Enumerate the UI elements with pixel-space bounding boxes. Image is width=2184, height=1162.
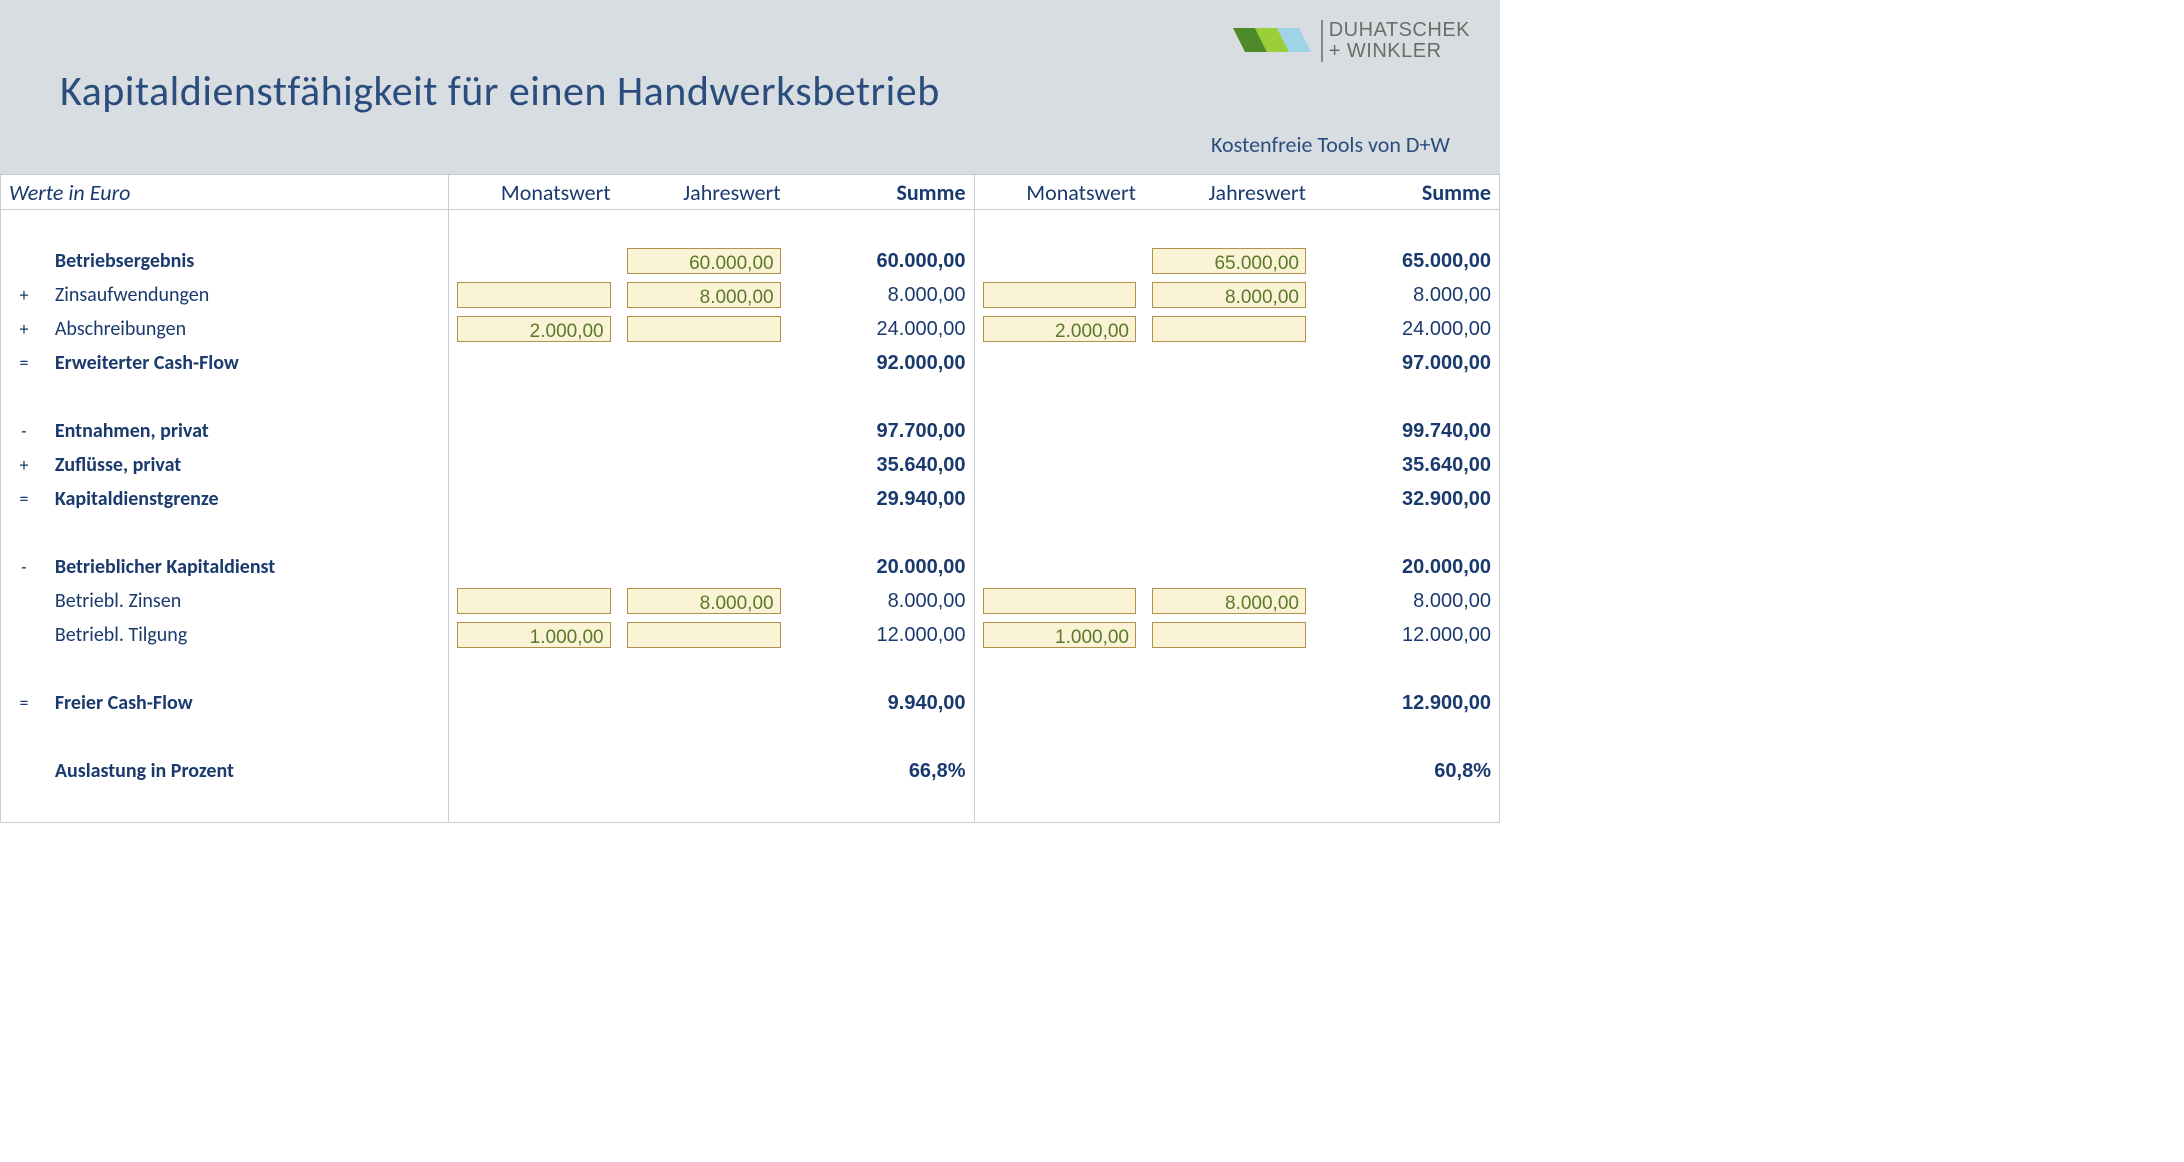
table-header-row: Werte in Euro Monatswert Jahreswert Summ… [1,175,1500,210]
summe-b: 12.000,00 [1314,618,1500,652]
summe-b: 12.900,00 [1314,686,1500,720]
input-jahr-b[interactable]: 65.000,00 [1152,248,1306,274]
summe-b: 65.000,00 [1314,244,1500,278]
col-monat-a: Monatswert [449,175,619,210]
input-monat-b[interactable]: . [983,282,1136,308]
label: Zinsaufwendungen [47,278,449,312]
page: DUHATSCHEK + WINKLER Kapitaldienstfähigk… [0,0,1500,823]
summe-a: 29.940,00 [789,482,974,516]
input-jahr-b[interactable]: . [1152,622,1306,648]
summe-a: 92.000,00 [789,346,974,380]
page-subtitle: Kostenfreie Tools von D+W [60,125,1470,164]
logo-line2: + WINKLER [1329,41,1470,62]
summe-b: 35.640,00 [1314,448,1500,482]
row-auslastung: Auslastung in Prozent 66,8% 60,8% [1,754,1500,788]
op: - [1,414,47,448]
summe-b: 97.000,00 [1314,346,1500,380]
input-monat-b[interactable]: 1.000,00 [983,622,1136,648]
summe-a: 8.000,00 [789,584,974,618]
input-monat-a[interactable]: . [457,588,610,614]
label: Zuflüsse, privat [47,448,449,482]
input-monat-a[interactable]: . [457,282,610,308]
op [1,584,47,618]
row-betriebsergebnis: Betriebsergebnis 60.000,00 60.000,00 65.… [1,244,1500,278]
label: Auslastung in Prozent [47,754,449,788]
row-zufluesse: + Zuflüsse, privat 35.640,00 35.640,00 [1,448,1500,482]
op [1,618,47,652]
op [1,754,47,788]
summe-a: 97.700,00 [789,414,974,448]
col-summe-b: Summe [1314,175,1500,210]
label: Abschreibungen [47,312,449,346]
summe-a: 35.640,00 [789,448,974,482]
row-betr-kapitaldienst: - Betrieblicher Kapitaldienst 20.000,00 … [1,550,1500,584]
col-jahr-b: Jahreswert [1144,175,1314,210]
op [1,244,47,278]
input-jahr-a[interactable]: . [627,622,781,648]
summe-a: 9.940,00 [789,686,974,720]
header: DUHATSCHEK + WINKLER Kapitaldienstfähigk… [0,0,1500,175]
row-zinsaufwendungen: + Zinsaufwendungen . 8.000,00 8.000,00 .… [1,278,1500,312]
input-monat-b[interactable]: 2.000,00 [983,316,1136,342]
summe-b: 24.000,00 [1314,312,1500,346]
col-summe-a: Summe [789,175,974,210]
input-jahr-a[interactable]: 8.000,00 [627,588,781,614]
row-freier-cashflow: = Freier Cash-Flow 9.940,00 12.900,00 [1,686,1500,720]
summe-b: 99.740,00 [1314,414,1500,448]
op: - [1,550,47,584]
input-jahr-a[interactable]: 8.000,00 [627,282,781,308]
label: Freier Cash-Flow [47,686,449,720]
summe-a: 66,8% [789,754,974,788]
label: Betriebsergebnis [47,244,449,278]
label: Entnahmen, privat [47,414,449,448]
input-monat-a[interactable]: 1.000,00 [457,622,610,648]
input-monat-a[interactable]: 2.000,00 [457,316,610,342]
summe-a: 20.000,00 [789,550,974,584]
row-kapitaldienstgrenze: = Kapitaldienstgrenze 29.940,00 32.900,0… [1,482,1500,516]
summe-a: 60.000,00 [789,244,974,278]
op: + [1,312,47,346]
summe-b: 60,8% [1314,754,1500,788]
summe-b: 32.900,00 [1314,482,1500,516]
col-caption: Werte in Euro [1,175,449,210]
summe-b: 8.000,00 [1314,278,1500,312]
summe-a: 8.000,00 [789,278,974,312]
op: = [1,346,47,380]
label: Betriebl. Tilgung [47,618,449,652]
summe-b: 20.000,00 [1314,550,1500,584]
input-monat-b[interactable]: . [983,588,1136,614]
row-erweiterter-cashflow: = Erweiterter Cash-Flow 92.000,00 97.000… [1,346,1500,380]
op: = [1,482,47,516]
logo-line1: DUHATSCHEK [1329,20,1470,41]
label: Erweiterter Cash-Flow [47,346,449,380]
logo-icon [1233,18,1313,64]
summe-a: 24.000,00 [789,312,974,346]
op: + [1,448,47,482]
input-jahr-b[interactable]: 8.000,00 [1152,282,1306,308]
col-jahr-a: Jahreswert [619,175,789,210]
calc-table: Werte in Euro Monatswert Jahreswert Summ… [0,175,1500,823]
logo: DUHATSCHEK + WINKLER [1233,18,1470,64]
label: Betrieblicher Kapitaldienst [47,550,449,584]
page-title: Kapitaldienstfähigkeit für einen Handwer… [60,66,1470,117]
label: Betriebl. Zinsen [47,584,449,618]
row-abschreibungen: + Abschreibungen 2.000,00 . 24.000,00 2.… [1,312,1500,346]
summe-a: 12.000,00 [789,618,974,652]
col-monat-b: Monatswert [974,175,1144,210]
label: Kapitaldienstgrenze [47,482,449,516]
input-jahr-a[interactable]: 60.000,00 [627,248,781,274]
row-betr-tilgung: Betriebl. Tilgung 1.000,00 . 12.000,00 1… [1,618,1500,652]
op: = [1,686,47,720]
input-jahr-b[interactable]: 8.000,00 [1152,588,1306,614]
input-jahr-b[interactable]: . [1152,316,1306,342]
op: + [1,278,47,312]
logo-text: DUHATSCHEK + WINKLER [1321,20,1470,62]
summe-b: 8.000,00 [1314,584,1500,618]
row-entnahmen: - Entnahmen, privat 97.700,00 99.740,00 [1,414,1500,448]
input-jahr-a[interactable]: . [627,316,781,342]
row-betr-zinsen: Betriebl. Zinsen . 8.000,00 8.000,00 . 8… [1,584,1500,618]
